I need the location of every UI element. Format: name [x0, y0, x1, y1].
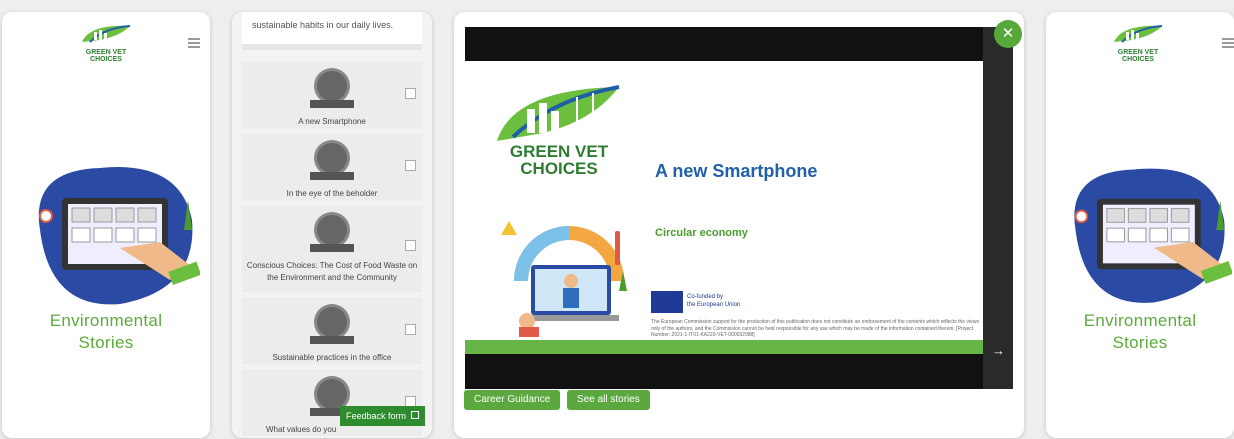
intro-text: sustainable habits in our daily lives. [242, 12, 422, 50]
logo-text-line1: GREEN VET [85, 49, 127, 56]
logo-leaf-icon [1114, 25, 1163, 43]
story-checkbox[interactable] [405, 240, 416, 251]
app-logo: GREEN VET CHOICES [1110, 22, 1166, 63]
story-label: Conscious Choices: The Cost of Food Wast… [246, 261, 418, 282]
story-viewer: GREEN VET CHOICES A new Smartphone Circu… [454, 12, 1024, 438]
disclaimer-text: The European Commission support for the … [651, 319, 979, 338]
story-label: A new Smartphone [298, 117, 366, 126]
story-label: Sustainable practices in the office [272, 353, 392, 362]
slide-title: A new Smartphone [655, 161, 818, 181]
tablet-illustration [38, 167, 200, 305]
eu-flag-icon [651, 291, 683, 313]
arrow-right-icon[interactable]: → [992, 343, 1005, 358]
close-icon[interactable]: ✕ [994, 20, 1022, 48]
right-phone-screen: GREEN VET CHOICES Environmental Stories [1046, 12, 1234, 438]
left-phone-screen: GREEN VET CHOICES Environmental Stories [2, 12, 210, 438]
story-checkbox[interactable] [405, 160, 416, 171]
hamburger-icon[interactable] [1222, 38, 1234, 48]
office-icon [314, 304, 350, 340]
story-card[interactable]: A new Smartphone [242, 62, 422, 128]
story-label: In the eye of the beholder [286, 189, 378, 198]
story-list-screen: sustainable habits in our daily lives. A… [232, 12, 432, 438]
hamburger-icon[interactable] [188, 38, 200, 48]
section-title-line1: Environmental [1083, 311, 1197, 330]
story-checkbox[interactable] [405, 88, 416, 99]
app-logo: GREEN VET CHOICES [78, 22, 134, 63]
tablet-illustration [1074, 168, 1232, 303]
story-checkbox[interactable] [405, 324, 416, 335]
feedback-form-button[interactable]: Feedback form [340, 406, 425, 426]
section-title-line1: Environmental [49, 311, 163, 330]
feedback-label: Feedback form [346, 411, 407, 421]
logo-text-line2: CHOICES [90, 56, 122, 63]
story-card[interactable]: What values do you [242, 370, 422, 436]
logo-text-line1: GREEN VET [1117, 49, 1159, 56]
slide-subtitle: Circular economy [655, 227, 748, 239]
eu-funding-label: Co-funded by the European Union [687, 294, 741, 308]
external-link-icon [410, 411, 419, 419]
logo-leaf-icon [82, 25, 131, 43]
slide-logo-text: GREEN VET CHOICES [509, 142, 609, 178]
laptop-illustration [501, 221, 627, 337]
career-guidance-button[interactable]: Career Guidance [464, 390, 561, 410]
eye-icon [314, 140, 350, 176]
section-title-line2: Stories [78, 333, 134, 352]
section-title-line2: Stories [1112, 333, 1168, 352]
slide-page: GREEN VET CHOICES A new Smartphone Circu… [465, 61, 983, 354]
story-card[interactable]: Sustainable practices in the office [242, 298, 422, 364]
logo-text-line2: CHOICES [1122, 56, 1154, 63]
slide-frame: GREEN VET CHOICES A new Smartphone Circu… [465, 27, 1013, 389]
phone-icon [314, 68, 350, 104]
see-all-stories-button[interactable]: See all stories [567, 390, 650, 410]
story-card[interactable]: Conscious Choices: The Cost of Food Wast… [242, 206, 422, 292]
story-card[interactable]: In the eye of the beholder [242, 134, 422, 200]
food-icon [314, 212, 350, 248]
